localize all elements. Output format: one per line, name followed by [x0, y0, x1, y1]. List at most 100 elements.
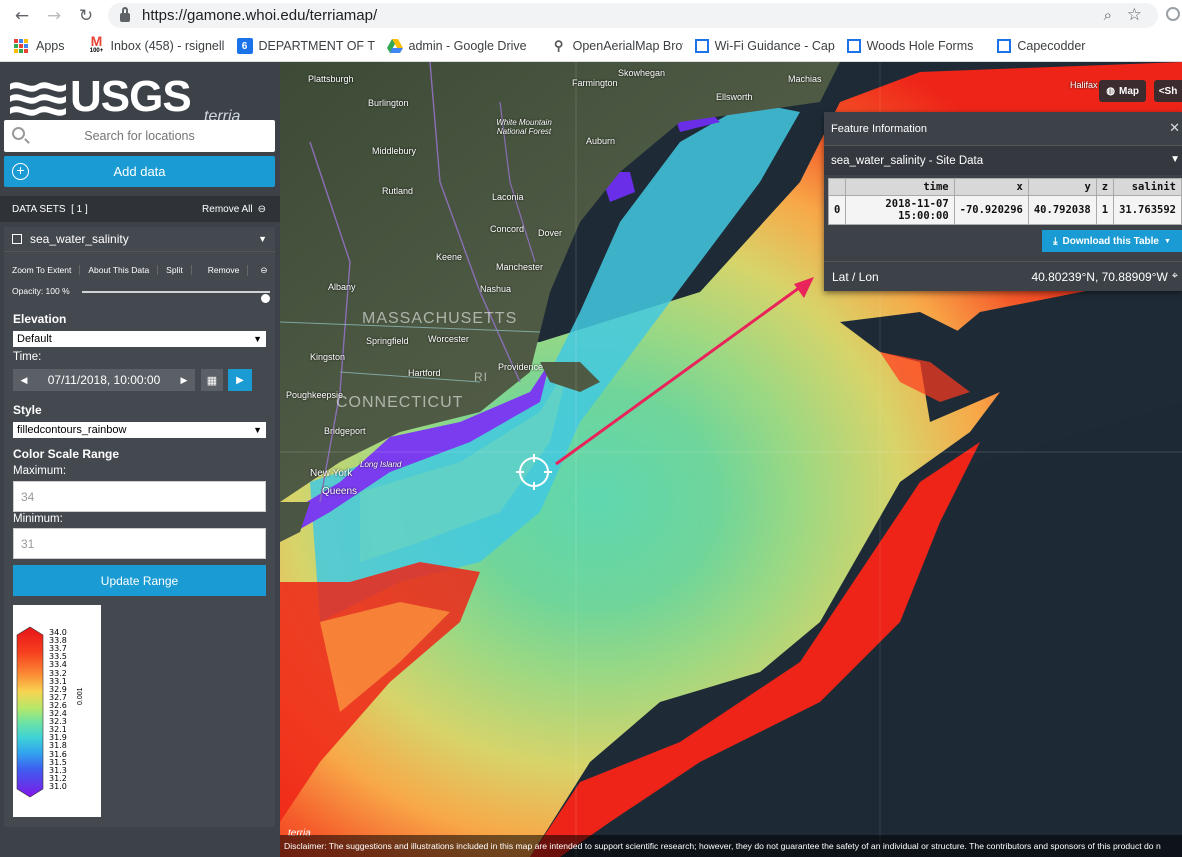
legend-labels: 34.0 33.8 33.7 33.5 33.4 33.2 33.1 32.9 32.7 32.6…: [49, 629, 79, 791]
page-icon: [846, 39, 861, 53]
bookmark-openaerialmap[interactable]: ⚲ OpenAerialMap Brow: [539, 31, 683, 62]
chevron-down-icon[interactable]: ▼: [258, 234, 267, 244]
place-label: Albany: [328, 282, 356, 292]
dataset-actions: Zoom To Extent About This Data Split Rem…: [4, 260, 275, 280]
url-bar[interactable]: https://gamone.whoi.edu/terriamap/: [108, 3, 1158, 28]
map-settings-button[interactable]: ◍ Map: [1099, 80, 1146, 102]
column-header: y: [1027, 178, 1097, 196]
browser-toolbar: ← → ↻ https://gamone.whoi.edu/terriamap/…: [0, 0, 1182, 31]
place-label: Manchester: [496, 262, 544, 272]
url-text: https://gamone.whoi.edu/terriamap/: [142, 7, 378, 24]
place-label: Keene: [436, 252, 463, 262]
zoom-to-extent-button[interactable]: Zoom To Extent: [4, 265, 81, 275]
bookmark-star-icon[interactable]: ☆: [1127, 5, 1142, 25]
profile-icon[interactable]: [1166, 7, 1180, 21]
lock-icon: [120, 7, 130, 22]
chevron-down-icon[interactable]: ▼: [1170, 154, 1180, 165]
place-label: White Mountain National Forest: [496, 118, 552, 136]
close-icon[interactable]: ✕: [1169, 120, 1180, 136]
place-label: Burlington: [368, 98, 409, 108]
place-label: Hartford: [408, 368, 441, 378]
calendar-icon[interactable]: ▦: [201, 369, 223, 391]
previous-time-button[interactable]: ◀: [13, 369, 35, 391]
feature-info-title: Feature Information: [824, 112, 1182, 145]
minimum-field[interactable]: 31: [13, 528, 266, 559]
bookmark-capecodder[interactable]: Capecodder: [985, 31, 1097, 62]
reload-icon[interactable]: ↻: [70, 0, 102, 31]
download-table-button[interactable]: ⤓ Download this Table ▼: [1042, 230, 1182, 252]
table-cell: 0: [827, 195, 847, 225]
place-label: Concord: [490, 224, 525, 234]
timeline-icon[interactable]: ▶: [228, 369, 252, 391]
place-label: Queens: [322, 486, 358, 497]
state-label: MASSACHUSETTS: [362, 310, 518, 327]
time-value[interactable]: 07/11/2018, 10:00:00: [35, 369, 173, 391]
table-cell: 1: [1095, 195, 1115, 225]
column-header: time: [845, 178, 955, 196]
legend-tick-label: 31.0: [49, 782, 67, 791]
minus-circle-icon: ⊖: [260, 264, 268, 275]
usgs-waves-icon: [10, 82, 66, 116]
lat-lon-row: Lat / Lon 40.80239°N, 70.88909°W ⌖: [824, 261, 1182, 291]
remove-all-button[interactable]: Remove All ⊖: [202, 204, 266, 215]
state-label: RI: [474, 370, 488, 384]
feature-data-table: time x y z salinit 0 2018-11-07 15:00:00…: [827, 178, 1182, 225]
lat-lon-value: 40.80239°N, 70.88909°W: [1031, 269, 1168, 284]
maximum-field[interactable]: 34: [13, 481, 266, 512]
place-label: New York: [310, 468, 353, 479]
elevation-title: Elevation: [13, 312, 67, 326]
maximum-label: Maximum:: [13, 465, 67, 477]
about-data-button[interactable]: About This Data: [80, 265, 159, 275]
minimum-label: Minimum:: [13, 513, 63, 525]
opacity-slider-handle[interactable]: [261, 294, 270, 303]
bookmark-inbox[interactable]: M 100+ Inbox (458) - rsignell@: [77, 31, 225, 62]
globe-icon: ◍: [1106, 85, 1115, 97]
bookmark-department[interactable]: 6 DEPARTMENT OF THE: [225, 31, 375, 62]
place-label: Ellsworth: [716, 92, 753, 102]
place-label: Bridgeport: [324, 426, 366, 436]
place-label: Nashua: [480, 284, 512, 294]
style-select[interactable]: filledcontours_rainbow ▼: [13, 422, 266, 438]
location-pin-icon[interactable]: ⌖: [1172, 270, 1178, 283]
add-data-button[interactable]: + Add data: [4, 156, 275, 187]
place-label: Halifax: [1070, 80, 1098, 90]
split-button[interactable]: Split: [158, 265, 192, 275]
bookmark-apps[interactable]: Apps: [0, 31, 77, 62]
back-icon[interactable]: ←: [6, 0, 38, 31]
place-label: Farmington: [572, 78, 618, 88]
share-button[interactable]: < Sh: [1154, 80, 1182, 102]
table-row: 0 2018-11-07 15:00:00 -70.920296 40.7920…: [827, 195, 1182, 225]
feature-info-panel: Feature Information ✕ sea_water_salinity…: [824, 112, 1182, 291]
next-time-button[interactable]: ▶: [173, 369, 195, 391]
column-header: z: [1095, 178, 1115, 196]
feature-info-section[interactable]: sea_water_salinity - Site Data: [824, 145, 1182, 175]
bookmark-google-drive[interactable]: admin - Google Drive: [375, 31, 539, 62]
legend-unit: 0.001: [77, 687, 84, 705]
search-icon: [12, 127, 25, 140]
visibility-checkbox[interactable]: [12, 234, 22, 244]
elevation-select[interactable]: Default ▼: [13, 331, 266, 347]
zoom-icon[interactable]: ⌕: [1104, 7, 1112, 24]
place-label: Middlebury: [372, 146, 417, 156]
plus-circle-icon: +: [12, 163, 29, 180]
apps-grid-icon: [14, 39, 28, 53]
openaerialmap-icon: ⚲: [553, 38, 564, 53]
remove-button[interactable]: Remove ⊖: [192, 264, 284, 276]
gmail-icon: M 100+: [89, 33, 104, 54]
dropdown-arrow-icon: ▼: [253, 334, 262, 344]
bookmark-wifi-guidance[interactable]: Wi-Fi Guidance - Cap: [683, 31, 835, 62]
dataset-header[interactable]: sea_water_salinity: [4, 227, 275, 252]
column-header: salinit: [1113, 178, 1182, 196]
opacity-slider[interactable]: [82, 291, 270, 303]
table-header-row: time x y z salinit: [827, 178, 1182, 196]
forward-icon[interactable]: →: [38, 0, 70, 31]
update-range-button[interactable]: Update Range: [13, 565, 266, 596]
place-label: Poughkeepsie: [286, 390, 344, 400]
bookmark-woods-hole-forms[interactable]: Woods Hole Forms: [835, 31, 986, 62]
minus-circle-icon: ⊖: [257, 203, 266, 215]
place-label: Skowhegan: [618, 68, 666, 78]
search-input[interactable]: [4, 129, 275, 143]
place-label: Springfield: [366, 336, 409, 346]
location-search[interactable]: [4, 120, 275, 152]
place-label: Kingston: [310, 352, 346, 362]
